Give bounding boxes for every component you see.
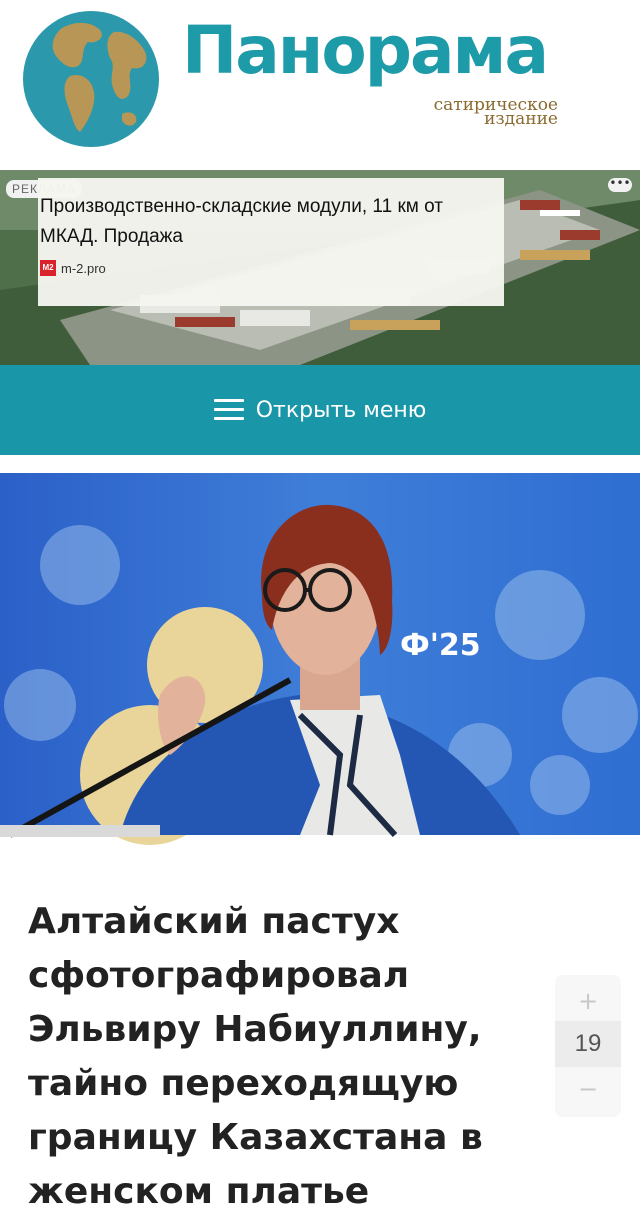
article-photo: Ф'25 (0, 455, 640, 855)
m2-logo-icon: М2 (40, 260, 56, 276)
open-menu-label: Открыть меню (255, 397, 427, 423)
more-dots-icon[interactable]: ••• (608, 177, 632, 192)
article-headline[interactable]: Алтайский пастух сфотографировал Эльвиру… (28, 895, 498, 1219)
vote-up-button[interactable]: + (555, 983, 621, 1019)
vote-down-button[interactable]: − (555, 1071, 621, 1107)
globe-icon[interactable] (22, 10, 160, 148)
vote-count: 19 (555, 1021, 621, 1067)
site-header: Панорама сатирическое издание (0, 0, 640, 170)
ad-source-domain: m-2.pro (61, 260, 106, 276)
ad-source[interactable]: М2 m-2.pro (40, 260, 106, 276)
open-menu-button[interactable]: Открыть меню (0, 365, 640, 455)
site-title[interactable]: Панорама (182, 18, 549, 84)
vote-widget: + 19 − (555, 975, 621, 1117)
hamburger-icon (213, 399, 244, 421)
ad-banner[interactable]: РЕКЛАМА ••• Производственно-складские мо… (0, 170, 640, 365)
svg-text:Ф'25: Ф'25 (400, 628, 481, 663)
ad-title[interactable]: Производственно-складские модули, 11 км … (40, 192, 480, 252)
site-tagline: сатирическое издание (434, 97, 558, 128)
